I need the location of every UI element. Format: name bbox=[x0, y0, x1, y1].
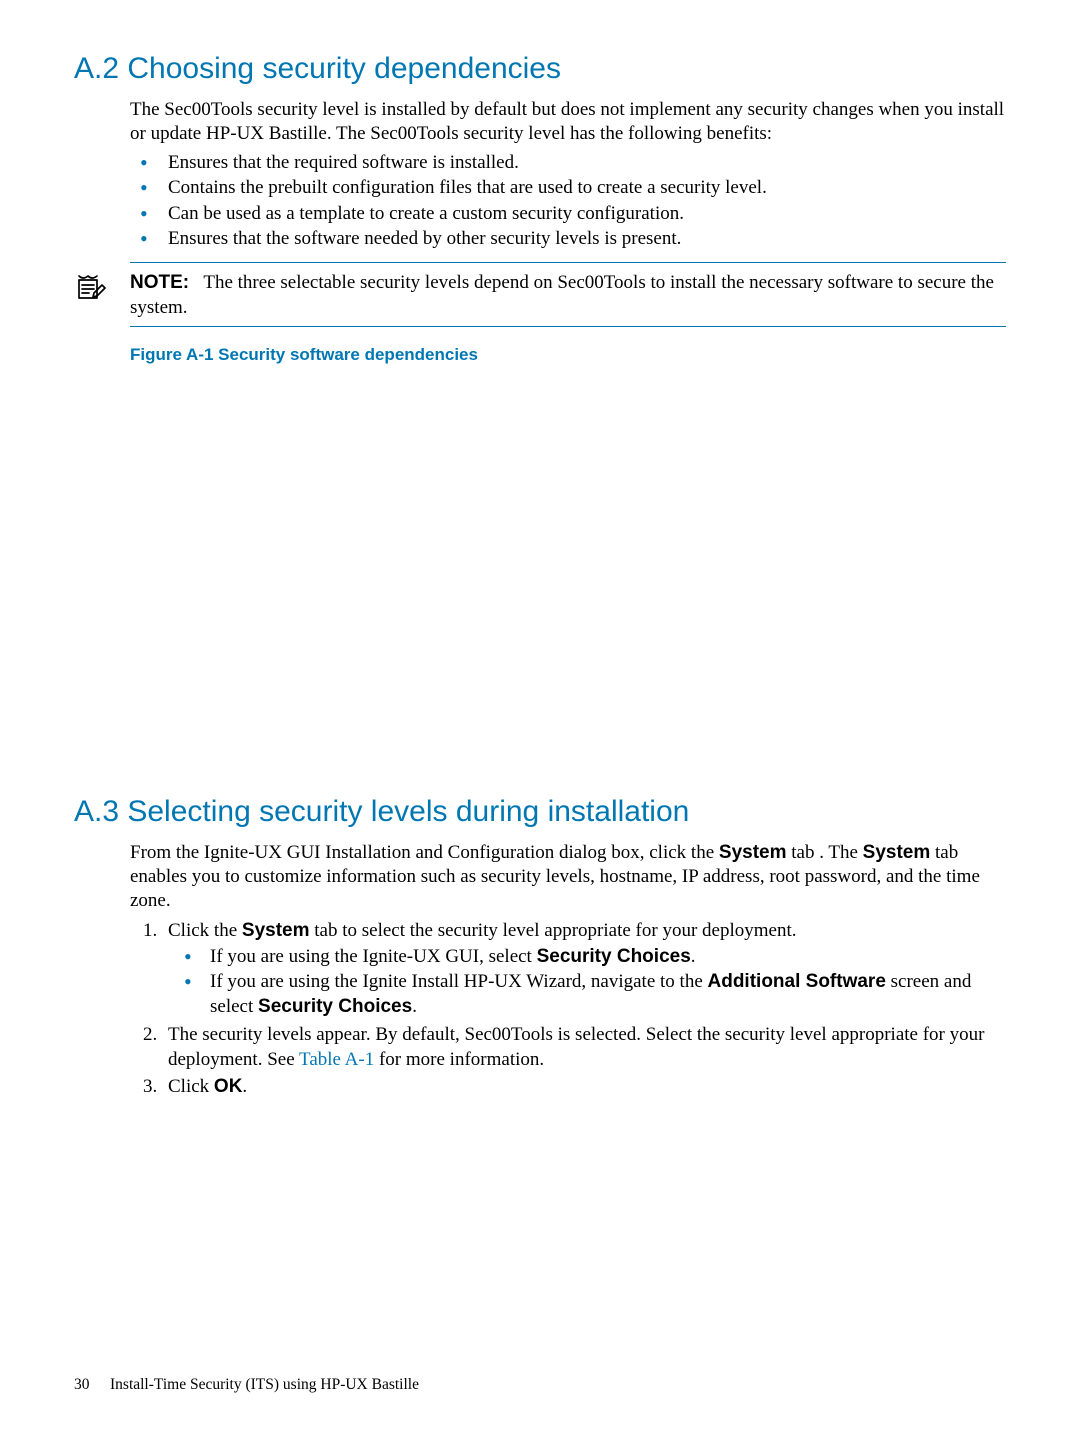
a3-sub-item: If you are using the Ignite Install HP-U… bbox=[210, 970, 1006, 1019]
a2-intro: The Sec00Tools security level is install… bbox=[130, 98, 1006, 146]
note-block: NOTE: The three selectable security leve… bbox=[74, 262, 1006, 327]
a2-bullet-item: Ensures that the required software is in… bbox=[158, 150, 1006, 176]
page-number: 30 bbox=[74, 1376, 110, 1394]
a3-step1-sublist: If you are using the Ignite-UX GUI, sele… bbox=[168, 945, 1006, 1019]
page-footer: 30Install-Time Security (ITS) using HP-U… bbox=[74, 1376, 419, 1394]
a3-step-list: Click the System tab to select the secur… bbox=[130, 919, 1006, 1100]
table-a1-link[interactable]: Table A-1 bbox=[299, 1049, 374, 1070]
heading-a2: A.2 Choosing security dependencies bbox=[74, 52, 1006, 86]
a3-step-3: Click OK. bbox=[162, 1075, 1006, 1100]
a2-bullet-item: Can be used as a template to create a cu… bbox=[158, 201, 1006, 227]
a3-sub-item: If you are using the Ignite-UX GUI, sele… bbox=[210, 945, 1006, 970]
a3-step-1: Click the System tab to select the secur… bbox=[162, 919, 1006, 1020]
a3-step-2: The security levels appear. By default, … bbox=[162, 1023, 1006, 1072]
figure-placeholder bbox=[74, 365, 1006, 795]
figure-caption: Figure A-1 Security software dependencie… bbox=[130, 345, 1006, 365]
a2-bullet-item: Contains the prebuilt configuration file… bbox=[158, 175, 1006, 201]
note-label: NOTE: bbox=[130, 272, 189, 293]
heading-a3: A.3 Selecting security levels during ins… bbox=[74, 795, 1006, 829]
note-text: NOTE: The three selectable security leve… bbox=[130, 271, 1006, 320]
note-icon bbox=[74, 273, 108, 308]
a2-bullet-list: Ensures that the required software is in… bbox=[130, 150, 1006, 253]
a2-bullet-item: Ensures that the software needed by othe… bbox=[158, 226, 1006, 252]
a3-intro: From the Ignite-UX GUI Installation and … bbox=[130, 841, 1006, 912]
footer-title: Install-Time Security (ITS) using HP-UX … bbox=[110, 1376, 419, 1393]
